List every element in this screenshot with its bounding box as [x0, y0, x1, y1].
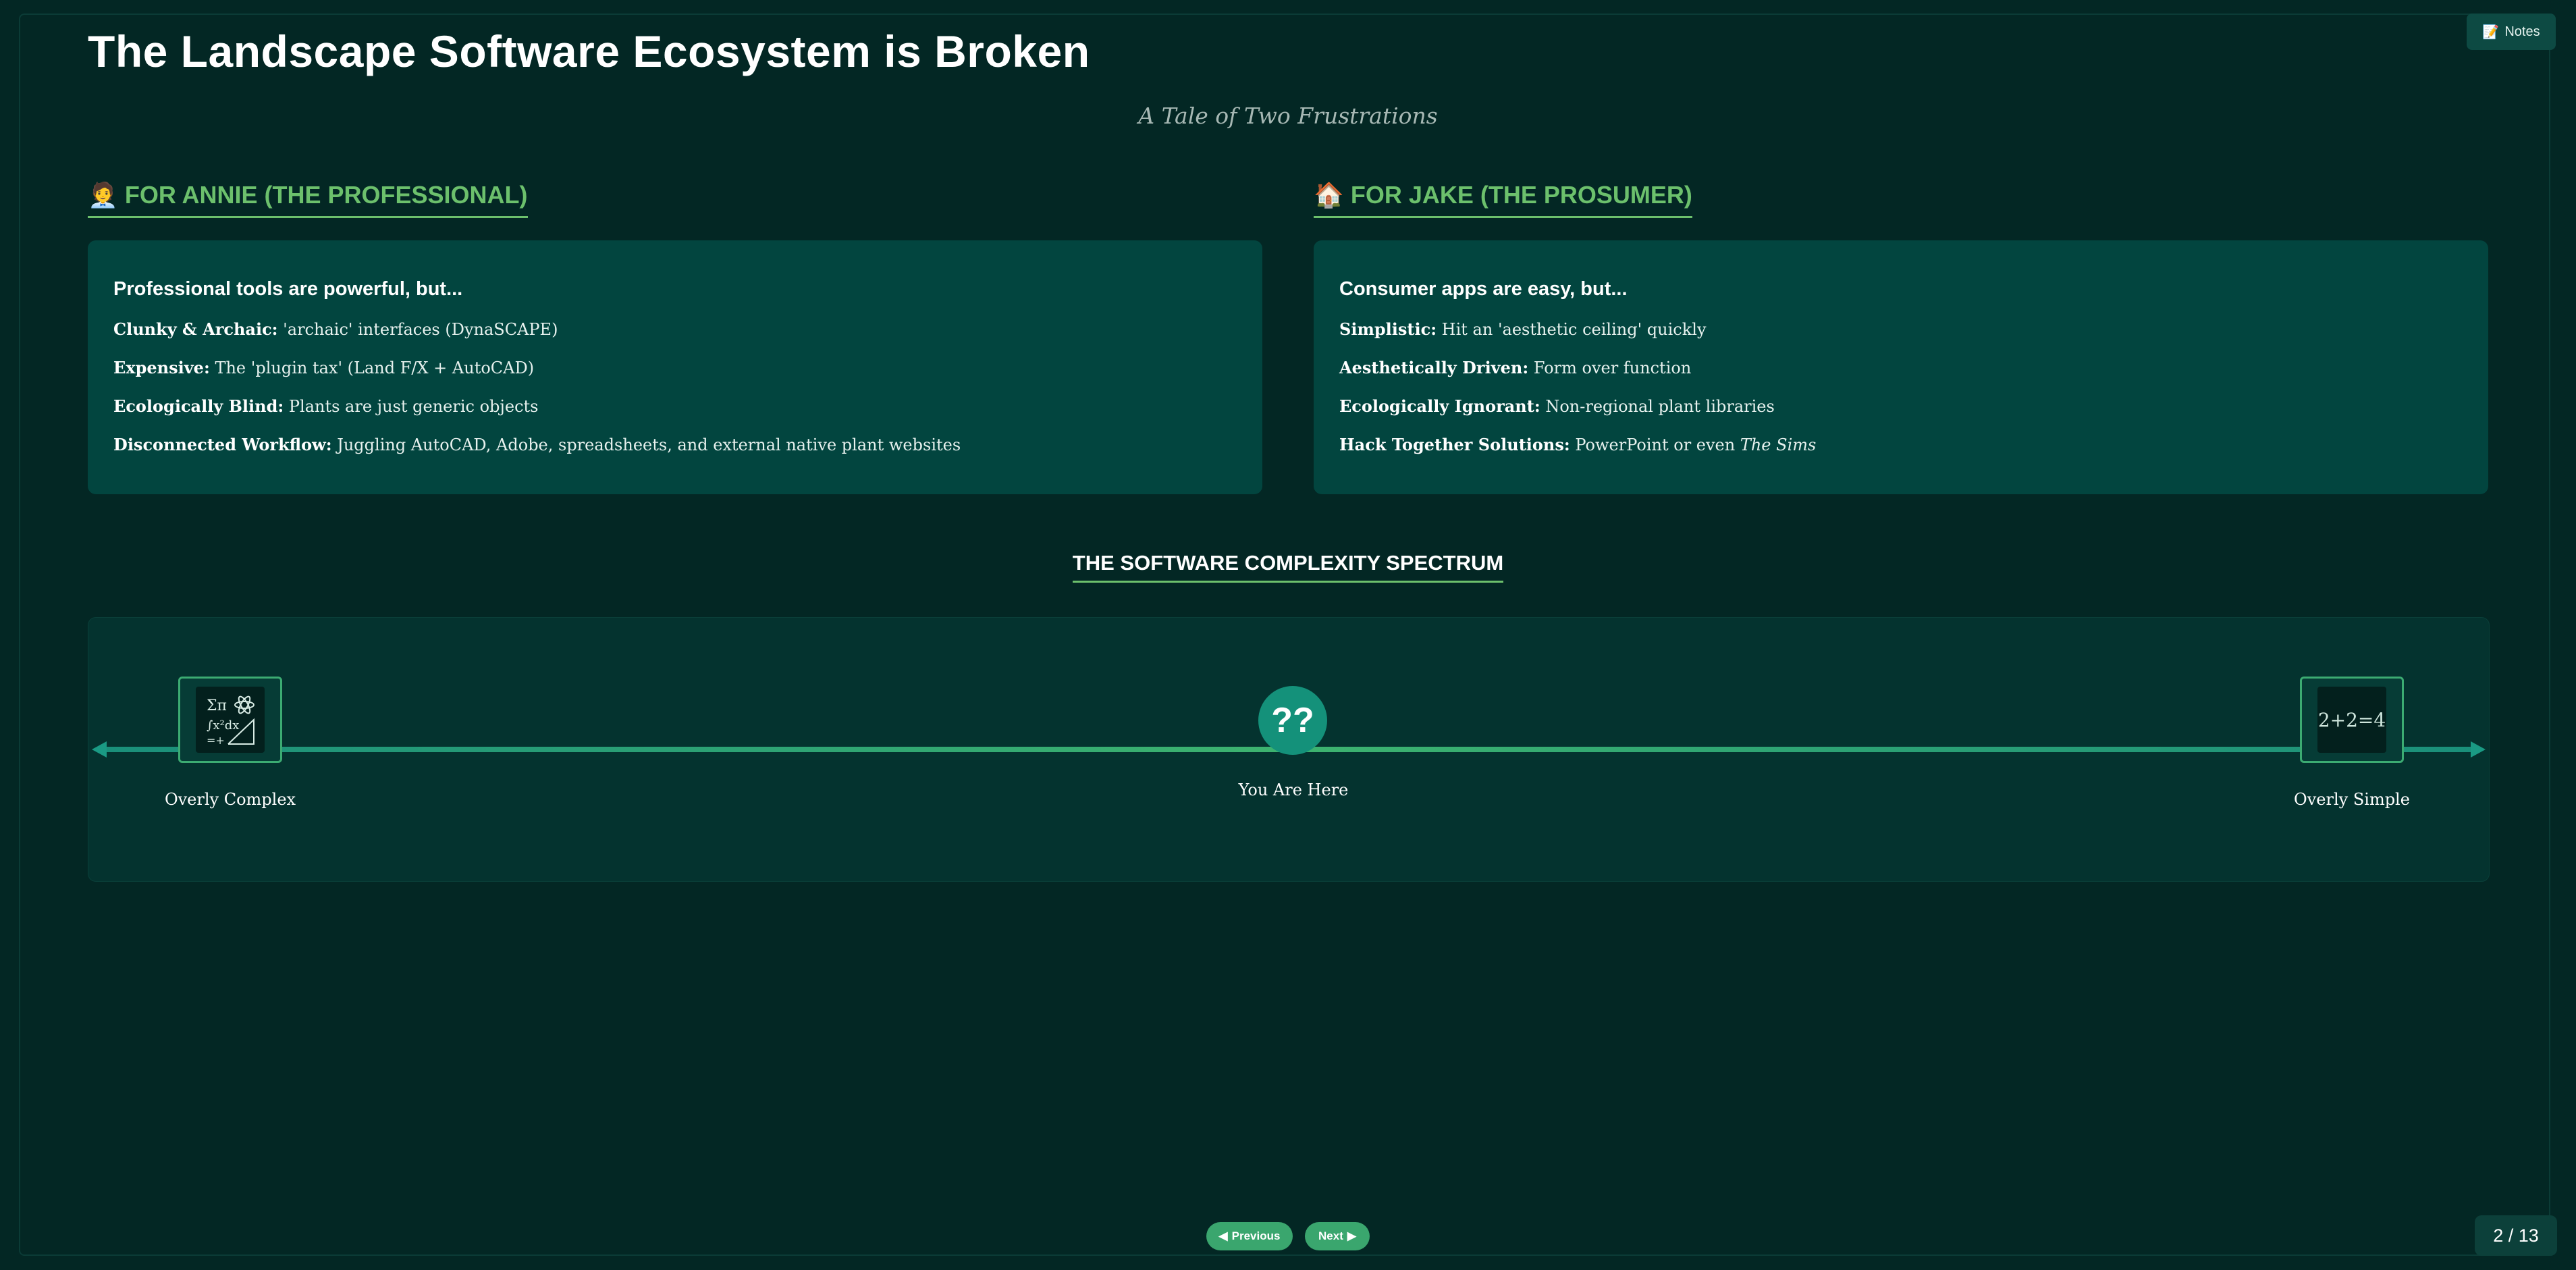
- chevron-left-icon: ◀: [1218, 1229, 1228, 1242]
- row-term: Hack Together Solutions:: [1339, 435, 1570, 454]
- chevron-right-icon: ▶: [1347, 1229, 1356, 1242]
- jake-heading-text: FOR JAKE (THE PROSUMER): [1350, 181, 1692, 209]
- row-text: Non-regional plant libraries: [1540, 397, 1775, 416]
- jake-card-lead: Consumer apps are easy, but...: [1339, 278, 1628, 300]
- row-text: 'archaic' interfaces (DynaSCAPE): [277, 320, 558, 339]
- annie-heading: 🧑‍💼 FOR ANNIE (THE PROFESSIONAL): [88, 181, 528, 218]
- row-text: Juggling AutoCAD, Adobe, spreadsheets, a…: [331, 435, 961, 454]
- jake-heading: 🏠 FOR JAKE (THE PROSUMER): [1314, 181, 1692, 218]
- annie-row: Disconnected Workflow: Juggling AutoCAD,…: [113, 435, 1237, 454]
- row-text: PowerPoint or even: [1569, 435, 1740, 454]
- previous-label: Previous: [1231, 1229, 1281, 1242]
- next-button[interactable]: Next ▶: [1305, 1222, 1370, 1250]
- simple-math-text: 2+2=4: [2317, 708, 2386, 731]
- you-are-here-marker: ??: [1258, 686, 1327, 755]
- memo-icon: 📝: [2482, 24, 2500, 40]
- simple-math-icon: 2+2=4: [2300, 677, 2404, 763]
- previous-button[interactable]: ◀ Previous: [1206, 1222, 1293, 1250]
- professional-person-icon: 🧑‍💼: [88, 181, 118, 209]
- annie-row: Ecologically Blind: Plants are just gene…: [113, 396, 1237, 416]
- svg-text:∫x²dx: ∫x²dx: [207, 718, 239, 733]
- annie-row: Clunky & Archaic: 'archaic' interfaces (…: [113, 319, 1237, 339]
- complex-math-drawing: Σπ ∫x²dx =+: [207, 695, 254, 747]
- annie-row: Expensive: The 'plugin tax' (Land F/X + …: [113, 358, 1237, 377]
- house-icon: 🏠: [1314, 181, 1344, 209]
- jake-row: Hack Together Solutions: PowerPoint or e…: [1339, 435, 2463, 454]
- row-term: Ecologically Ignorant:: [1339, 396, 1540, 416]
- row-term: Disconnected Workflow:: [113, 435, 332, 454]
- row-text: Hit an 'aesthetic ceiling' quickly: [1437, 320, 1707, 339]
- page-indicator: 2 / 13: [2475, 1215, 2557, 1256]
- slide-title: The Landscape Software Ecosystem is Brok…: [88, 26, 1090, 76]
- arrow-left-icon: [92, 741, 107, 758]
- notes-label: Notes: [2504, 24, 2540, 39]
- arrow-right-icon: [2471, 741, 2486, 758]
- annie-card-lead: Professional tools are powerful, but...: [113, 278, 463, 300]
- spectrum-heading-text: THE SOFTWARE COMPLEXITY SPECTRUM: [1072, 551, 1504, 583]
- svg-text:Σπ: Σπ: [207, 697, 227, 714]
- row-text: Form over function: [1528, 359, 1692, 377]
- row-text: Plants are just generic objects: [284, 397, 539, 416]
- next-label: Next: [1318, 1229, 1343, 1242]
- overly-simple-label: Overly Simple: [2294, 790, 2410, 809]
- jake-row: Simplistic: Hit an 'aesthetic ceiling' q…: [1339, 319, 2463, 339]
- complex-math-icon: Σπ ∫x²dx =+: [178, 677, 282, 763]
- slide-subtitle: A Tale of Two Frustrations: [1138, 103, 1438, 129]
- overly-complex-label: Overly Complex: [164, 790, 296, 809]
- annie-card: Professional tools are powerful, but... …: [88, 240, 1262, 494]
- row-term: Aesthetically Driven:: [1339, 358, 1529, 377]
- row-term: Expensive:: [113, 358, 210, 377]
- spectrum-heading: THE SOFTWARE COMPLEXITY SPECTRUM: [0, 551, 2576, 583]
- jake-row: Ecologically Ignorant: Non-regional plan…: [1339, 396, 2463, 416]
- row-term: Simplistic:: [1339, 319, 1437, 339]
- notes-button[interactable]: 📝 Notes: [2467, 14, 2556, 50]
- annie-heading-text: FOR ANNIE (THE PROFESSIONAL): [124, 181, 528, 209]
- row-term: Ecologically Blind:: [113, 396, 284, 416]
- row-text: The 'plugin tax' (Land F/X + AutoCAD): [209, 359, 535, 377]
- jake-card: Consumer apps are easy, but... Simplisti…: [1314, 240, 2488, 494]
- svg-text:=+: =+: [207, 734, 225, 747]
- row-term: Clunky & Archaic:: [113, 319, 278, 339]
- row-text-italic: The Sims: [1740, 435, 1817, 454]
- you-are-here-label: You Are Here: [1238, 780, 1349, 799]
- jake-row: Aesthetically Driven: Form over function: [1339, 358, 2463, 377]
